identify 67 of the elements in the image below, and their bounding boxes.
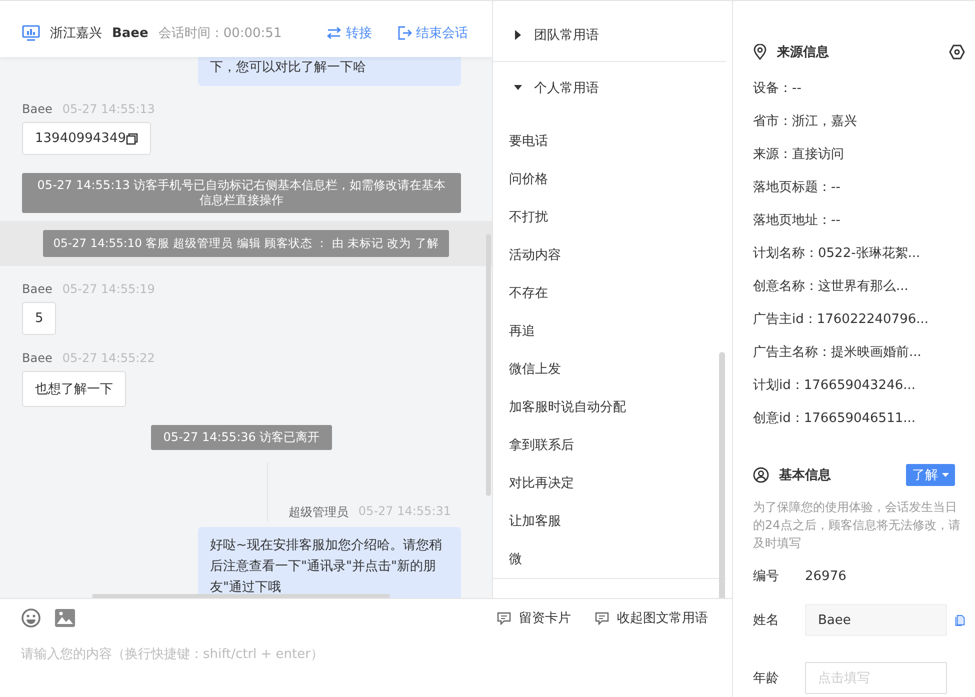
monitor-icon: [22, 25, 40, 41]
phrase-item[interactable]: 微信上发: [493, 350, 726, 388]
caret-down-icon: [942, 472, 949, 478]
source-info-row-text: 落地页地址：--: [753, 212, 842, 230]
emoji-icon[interactable]: [21, 608, 41, 628]
phrase-item[interactable]: 不打扰: [493, 198, 726, 236]
source-info-row-text: 广告主id：176022240796...: [753, 311, 930, 329]
location-pin-icon: [753, 44, 767, 60]
section-title: 来源信息: [777, 44, 829, 61]
phrase-item[interactable]: 对比再决定: [493, 464, 726, 502]
sender-name: 超级管理员: [288, 504, 348, 521]
swap-arrows-icon: [326, 27, 342, 39]
agent-message: 好哒~现在安排客服加您介绍哈。请您稍后注意查看一下"通讯录"并点击"新的朋友"通过下哦: [198, 527, 461, 598]
message-icon: [595, 612, 609, 624]
caret-right-icon: [514, 30, 522, 40]
message-time: 05-27 14:55:19: [62, 282, 155, 296]
status-change-notice: 05-27 14:55:10 客服 超级管理员 编辑 顾客状态 ： 由 未标记 改为 了解: [43, 230, 449, 257]
field-label: 姓名: [753, 612, 780, 629]
source-info-row-text: 设备：--: [753, 80, 802, 98]
visitor-message: 也想了解一下: [22, 371, 126, 407]
exit-icon: [398, 26, 412, 40]
source-info-row-text: 计划id：176659043246...: [753, 377, 917, 395]
phrase-item[interactable]: 拿到联系后: [493, 426, 726, 464]
visitor-message: 5: [22, 302, 56, 335]
phrase-item[interactable]: 要电话: [493, 122, 726, 160]
source-info-row-text: 落地页标题：--: [753, 179, 842, 197]
source-info-row-text: 创意名称：这世界有那么...: [753, 278, 910, 296]
image-icon[interactable]: [55, 609, 75, 627]
sender-name: Baee: [22, 351, 52, 365]
field-label: 年龄: [753, 670, 780, 687]
agent-message: 下，您可以对比了解一下哈: [198, 57, 461, 86]
system-notice: 05-27 14:55:36 访客已离开: [151, 425, 332, 450]
phrase-item[interactable]: 加客服时说自动分配: [493, 388, 726, 426]
phrase-item[interactable]: 不存在: [493, 274, 726, 312]
source-info-row-text: 计划名称：0522-张琳花絮...: [753, 245, 922, 263]
visitor-message: 13940994349: [22, 122, 151, 155]
section-title: 基本信息: [779, 467, 831, 484]
sender-name: Baee: [22, 102, 52, 116]
phrase-item[interactable]: 微: [493, 540, 726, 578]
input-field[interactable]: Baee: [805, 604, 947, 636]
phrase-item[interactable]: 问价格: [493, 160, 726, 198]
source-info-row-text: 省市：浙江，嘉兴: [753, 113, 858, 131]
user-icon: [753, 467, 769, 483]
message-time: 05-27 14:55:22: [62, 351, 155, 365]
field-value: 26976: [805, 568, 846, 584]
info-note: 为了保障您的使用体验，会话发生当日的24点之后，顾客信息将无法修改，请及时填写: [753, 499, 962, 552]
message-time: 05-27 14:55:31: [358, 504, 451, 520]
system-notice: 05-27 14:55:13 访客手机号已自动标记右侧基本信息栏，如需修改请在基本信息栏直接操作: [22, 173, 461, 213]
field-label: 编号: [753, 568, 780, 585]
source-info-row-text: 创意id：176659046511...: [753, 410, 917, 428]
collapse-phrases-button[interactable]: 收起图文常用语: [595, 609, 708, 627]
visitor-name: Baee: [112, 26, 148, 40]
source-info-row-text: 广告主名称：提米映画婚前...: [753, 344, 922, 362]
settings-icon[interactable]: [949, 44, 965, 60]
source-info-row-text: 来源：直接访问: [753, 146, 845, 164]
sender-name: Baee: [22, 282, 52, 296]
visitor-location: 浙江嘉兴: [50, 25, 102, 42]
phrase-item[interactable]: 让加客服: [493, 502, 726, 540]
message-icon: [497, 612, 511, 624]
phrase-group-header[interactable]: 个人常用语: [493, 62, 599, 114]
lead-card-button[interactable]: 留资卡片: [497, 609, 571, 627]
session-duration: 会话时间：00:00:51: [158, 25, 282, 42]
phrase-item[interactable]: 再追: [493, 312, 726, 350]
phrase-item[interactable]: 活动内容: [493, 236, 726, 274]
message-time: 05-27 14:55:13: [62, 102, 155, 116]
copy-icon[interactable]: [126, 132, 138, 144]
phrase-group-header[interactable]: 团队常用语: [493, 9, 599, 61]
